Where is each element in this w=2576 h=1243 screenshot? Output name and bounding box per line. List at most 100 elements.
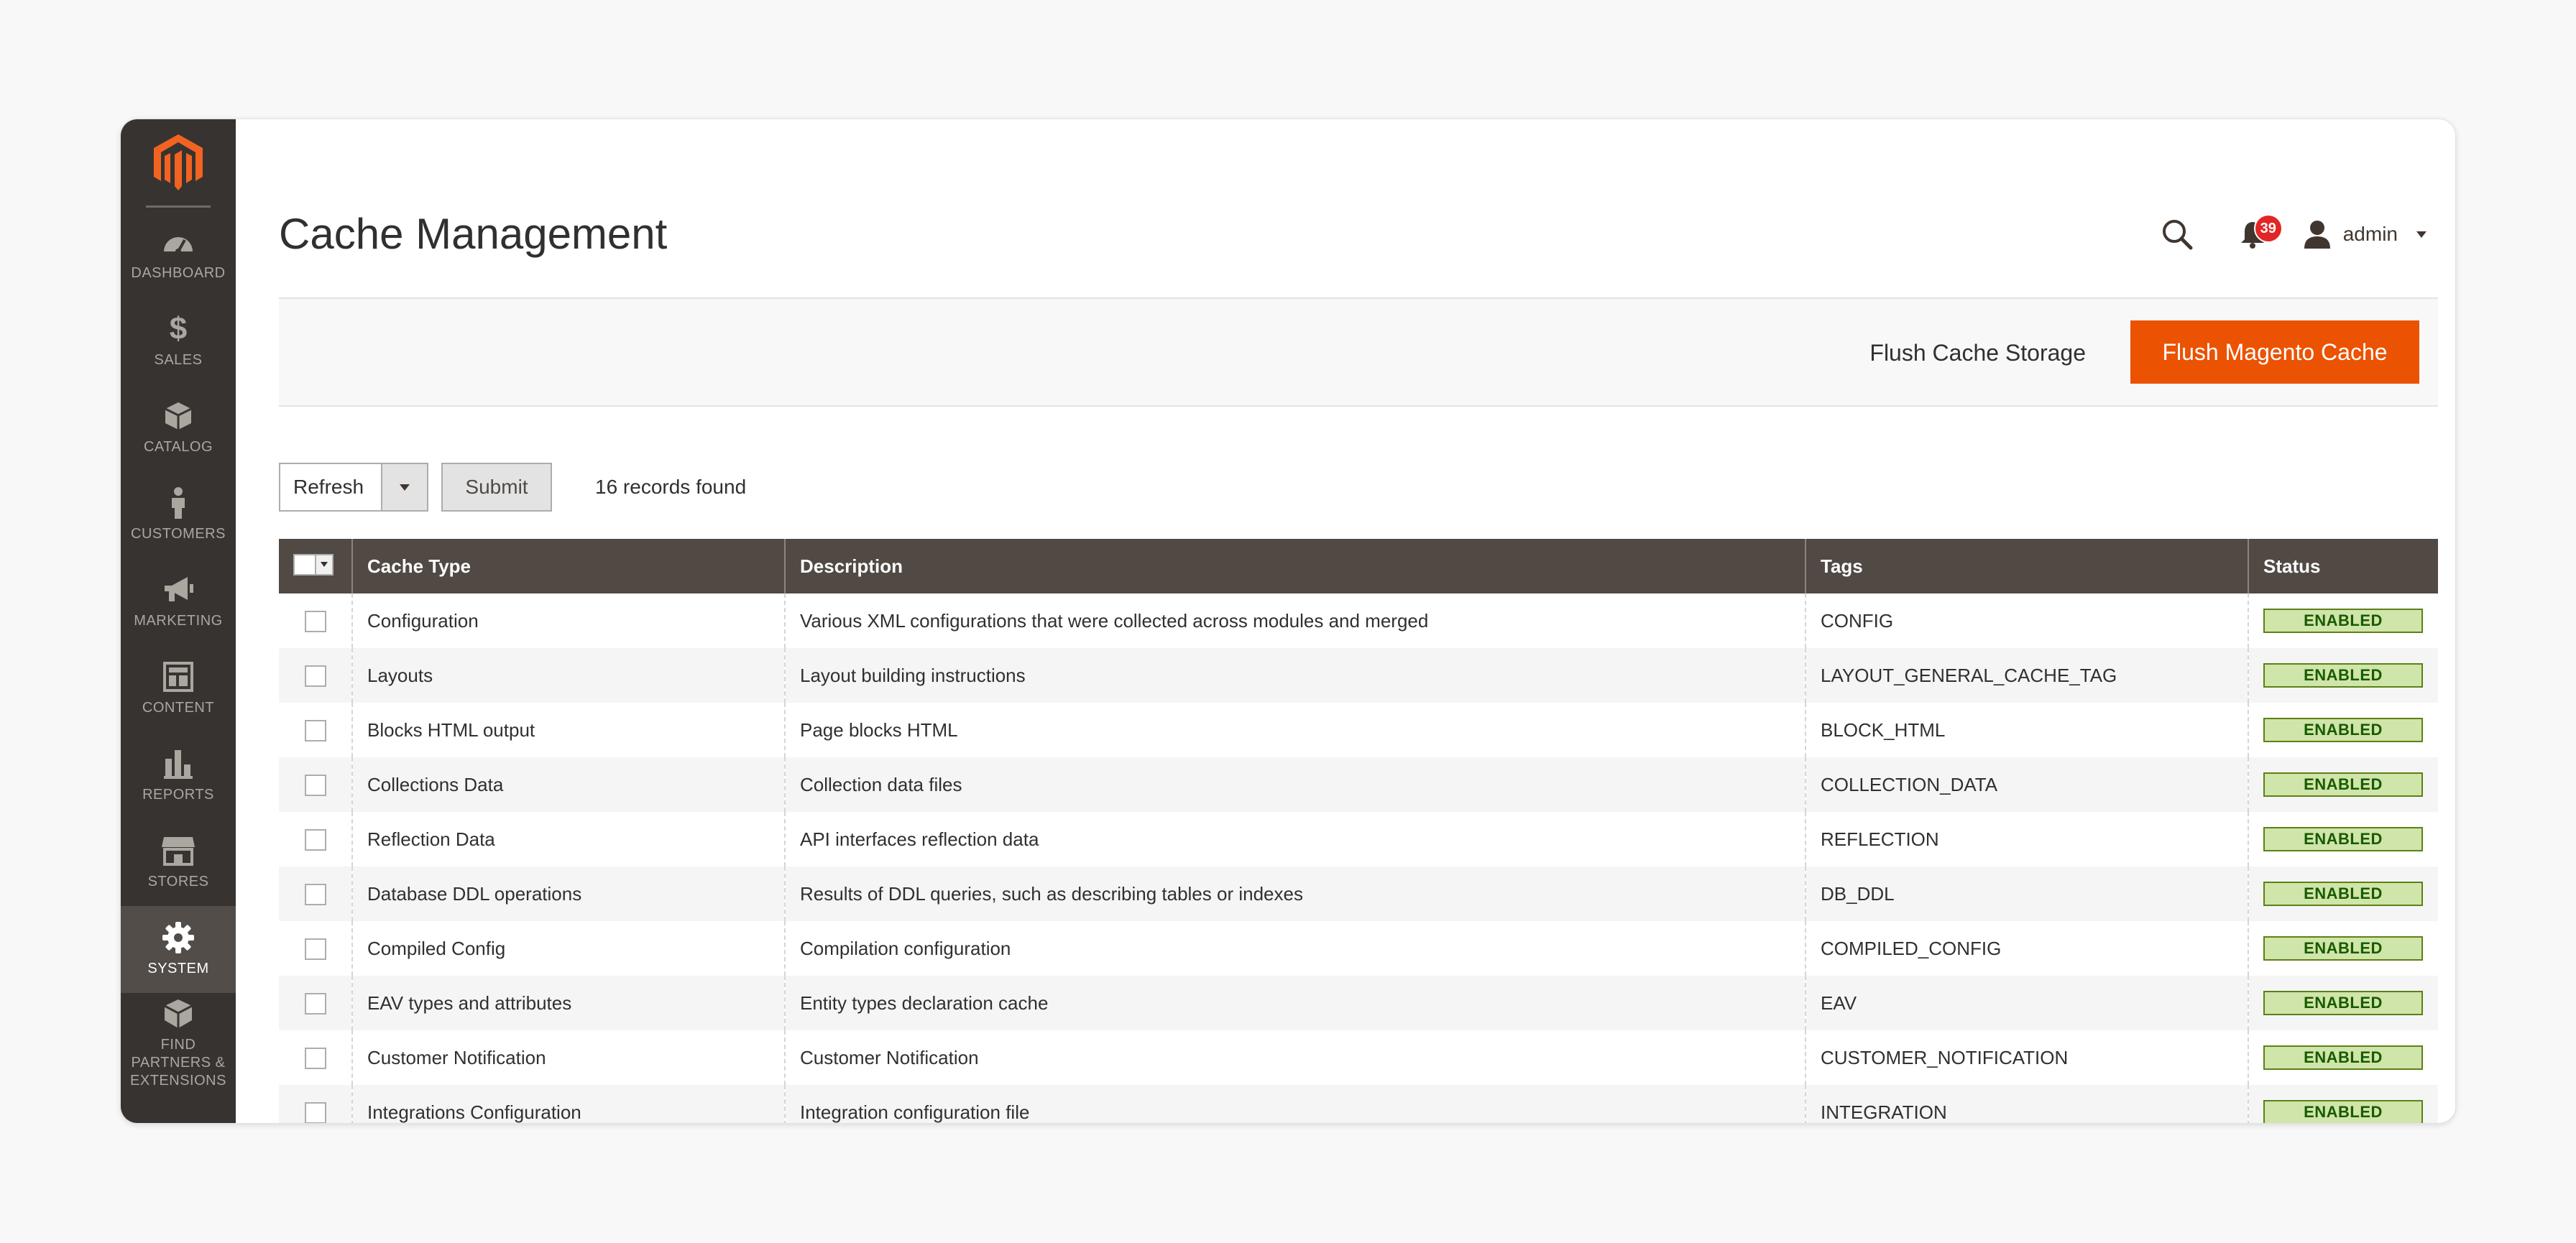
description-cell: Customer Notification	[785, 1030, 1806, 1085]
nav-content[interactable]: CONTENT	[121, 645, 236, 732]
status-cell: ENABLED	[2248, 921, 2438, 976]
row-checkbox[interactable]	[304, 993, 326, 1015]
row-select-cell	[279, 648, 353, 703]
description-cell: API interfaces reflection data	[785, 812, 1806, 867]
cache-type-cell: Database DDL operations	[352, 867, 786, 921]
cubes-icon	[160, 997, 197, 1030]
table-row: Database DDL operations Results of DDL q…	[279, 867, 2438, 921]
nav-label: MARKETING	[134, 613, 223, 629]
table-row: Integrations Configuration Integration c…	[279, 1085, 2438, 1123]
mass-action-value: Refresh	[293, 476, 364, 498]
description-cell: Collection data files	[785, 757, 1806, 812]
cache-types-grid: Cache Type Description Tags Status Confi…	[279, 539, 2438, 1123]
bar-chart-icon	[160, 747, 197, 780]
status-badge: ENABLED	[2263, 991, 2423, 1015]
cache-type-cell: Integrations Configuration	[352, 1085, 786, 1123]
status-cell: ENABLED	[2248, 976, 2438, 1030]
nav-marketing[interactable]: MARKETING	[121, 558, 236, 645]
cache-type-cell: Customer Notification	[352, 1030, 786, 1085]
page-title: Cache Management	[279, 210, 668, 258]
nav-catalog[interactable]: CATALOG	[121, 384, 236, 471]
magento-logo-icon	[154, 134, 203, 190]
nav-customers[interactable]: CUSTOMERS	[121, 471, 236, 558]
description-cell: Page blocks HTML	[785, 703, 1806, 757]
nav-reports[interactable]: REPORTS	[121, 732, 236, 819]
status-cell: ENABLED	[2248, 593, 2438, 648]
nav-stores[interactable]: STORES	[121, 819, 236, 906]
tags-cell: COLLECTION_DATA	[1806, 757, 2249, 812]
mass-action-select[interactable]: Refresh	[279, 463, 428, 512]
row-checkbox[interactable]	[304, 829, 326, 851]
flush-cache-storage-button[interactable]: Flush Cache Storage	[1869, 328, 2086, 378]
chevron-down-icon	[400, 484, 410, 491]
row-checkbox[interactable]	[304, 938, 326, 961]
row-select-cell	[279, 812, 353, 867]
table-row: Collections Data Collection data files C…	[279, 757, 2438, 812]
row-checkbox[interactable]	[304, 611, 326, 633]
mass-action-dropdown-toggle[interactable]	[381, 464, 427, 510]
nav-label: FIND PARTNERS & EXTENSIONS	[130, 1036, 226, 1089]
status-cell: ENABLED	[2248, 1085, 2438, 1123]
nav-find-partners[interactable]: FIND PARTNERS & EXTENSIONS	[121, 993, 236, 1094]
row-checkbox[interactable]	[304, 884, 326, 906]
nav-label: CATALOG	[143, 439, 213, 455]
status-badge: ENABLED	[2263, 1100, 2423, 1123]
search-icon[interactable]	[2156, 213, 2199, 256]
row-checkbox[interactable]	[304, 720, 326, 742]
tags-cell: LAYOUT_GENERAL_CACHE_TAG	[1806, 648, 2249, 703]
nav-label: CUSTOMERS	[131, 526, 226, 542]
cache-type-cell: Configuration	[352, 593, 786, 648]
layout-icon	[160, 660, 197, 693]
cache-type-cell: Blocks HTML output	[352, 703, 786, 757]
column-header-description[interactable]: Description	[785, 539, 1806, 593]
nav-label: SALES	[154, 352, 203, 368]
row-select-cell	[279, 593, 353, 648]
user-icon	[2304, 221, 2330, 249]
status-badge: ENABLED	[2263, 882, 2423, 906]
nav-system[interactable]: SYSTEM	[121, 906, 236, 993]
select-all-checkbox[interactable]	[295, 555, 315, 574]
description-cell: Compilation configuration	[785, 921, 1806, 976]
mass-select-dropdown[interactable]	[315, 555, 332, 574]
column-header-status[interactable]: Status	[2248, 539, 2438, 593]
description-cell: Entity types declaration cache	[785, 976, 1806, 1030]
row-checkbox[interactable]	[304, 775, 326, 797]
row-checkbox[interactable]	[304, 665, 326, 688]
admin-window: DASHBOARD $ SALES CATALOG CUSTOMERS MARK…	[120, 119, 2456, 1124]
admin-sidebar: DASHBOARD $ SALES CATALOG CUSTOMERS MARK…	[121, 119, 236, 1123]
chevron-down-icon	[321, 562, 328, 567]
tags-cell: CUSTOMER_NOTIFICATION	[1806, 1030, 2249, 1085]
tags-cell: REFLECTION	[1806, 812, 2249, 867]
mass-select-header	[279, 539, 353, 593]
notifications-button[interactable]: 39	[2231, 213, 2283, 256]
table-row: Reflection Data API interfaces reflectio…	[279, 812, 2438, 867]
status-badge: ENABLED	[2263, 609, 2423, 633]
grid-header-row: Cache Type Description Tags Status	[279, 539, 2438, 593]
column-header-cache-type[interactable]: Cache Type	[352, 539, 786, 593]
status-badge: ENABLED	[2263, 827, 2423, 851]
nav-sales[interactable]: $ SALES	[121, 297, 236, 384]
status-cell: ENABLED	[2248, 648, 2438, 703]
magento-logo[interactable]	[121, 119, 236, 205]
submit-button[interactable]: Submit	[441, 463, 552, 512]
nav-dashboard[interactable]: DASHBOARD	[121, 211, 236, 297]
tags-cell: EAV	[1806, 976, 2249, 1030]
row-select-cell	[279, 1085, 353, 1123]
mass-select-checkbox[interactable]	[293, 553, 334, 576]
tags-cell: INTEGRATION	[1806, 1085, 2249, 1123]
user-menu[interactable]: admin	[2303, 220, 2426, 249]
page-actions-bar: Flush Cache Storage Flush Magento Cache	[279, 297, 2438, 407]
flush-magento-cache-button[interactable]: Flush Magento Cache	[2130, 320, 2419, 384]
row-checkbox[interactable]	[304, 1048, 326, 1070]
megaphone-icon	[160, 573, 197, 606]
status-badge: ENABLED	[2263, 718, 2423, 742]
row-checkbox[interactable]	[304, 1102, 326, 1123]
user-name: admin	[2342, 223, 2398, 245]
person-icon	[160, 486, 197, 519]
row-select-cell	[279, 703, 353, 757]
column-header-tags[interactable]: Tags	[1806, 539, 2249, 593]
status-badge: ENABLED	[2263, 663, 2423, 688]
description-cell: Integration configuration file	[785, 1085, 1806, 1123]
cache-type-cell: EAV types and attributes	[352, 976, 786, 1030]
nav-label: REPORTS	[142, 787, 214, 803]
